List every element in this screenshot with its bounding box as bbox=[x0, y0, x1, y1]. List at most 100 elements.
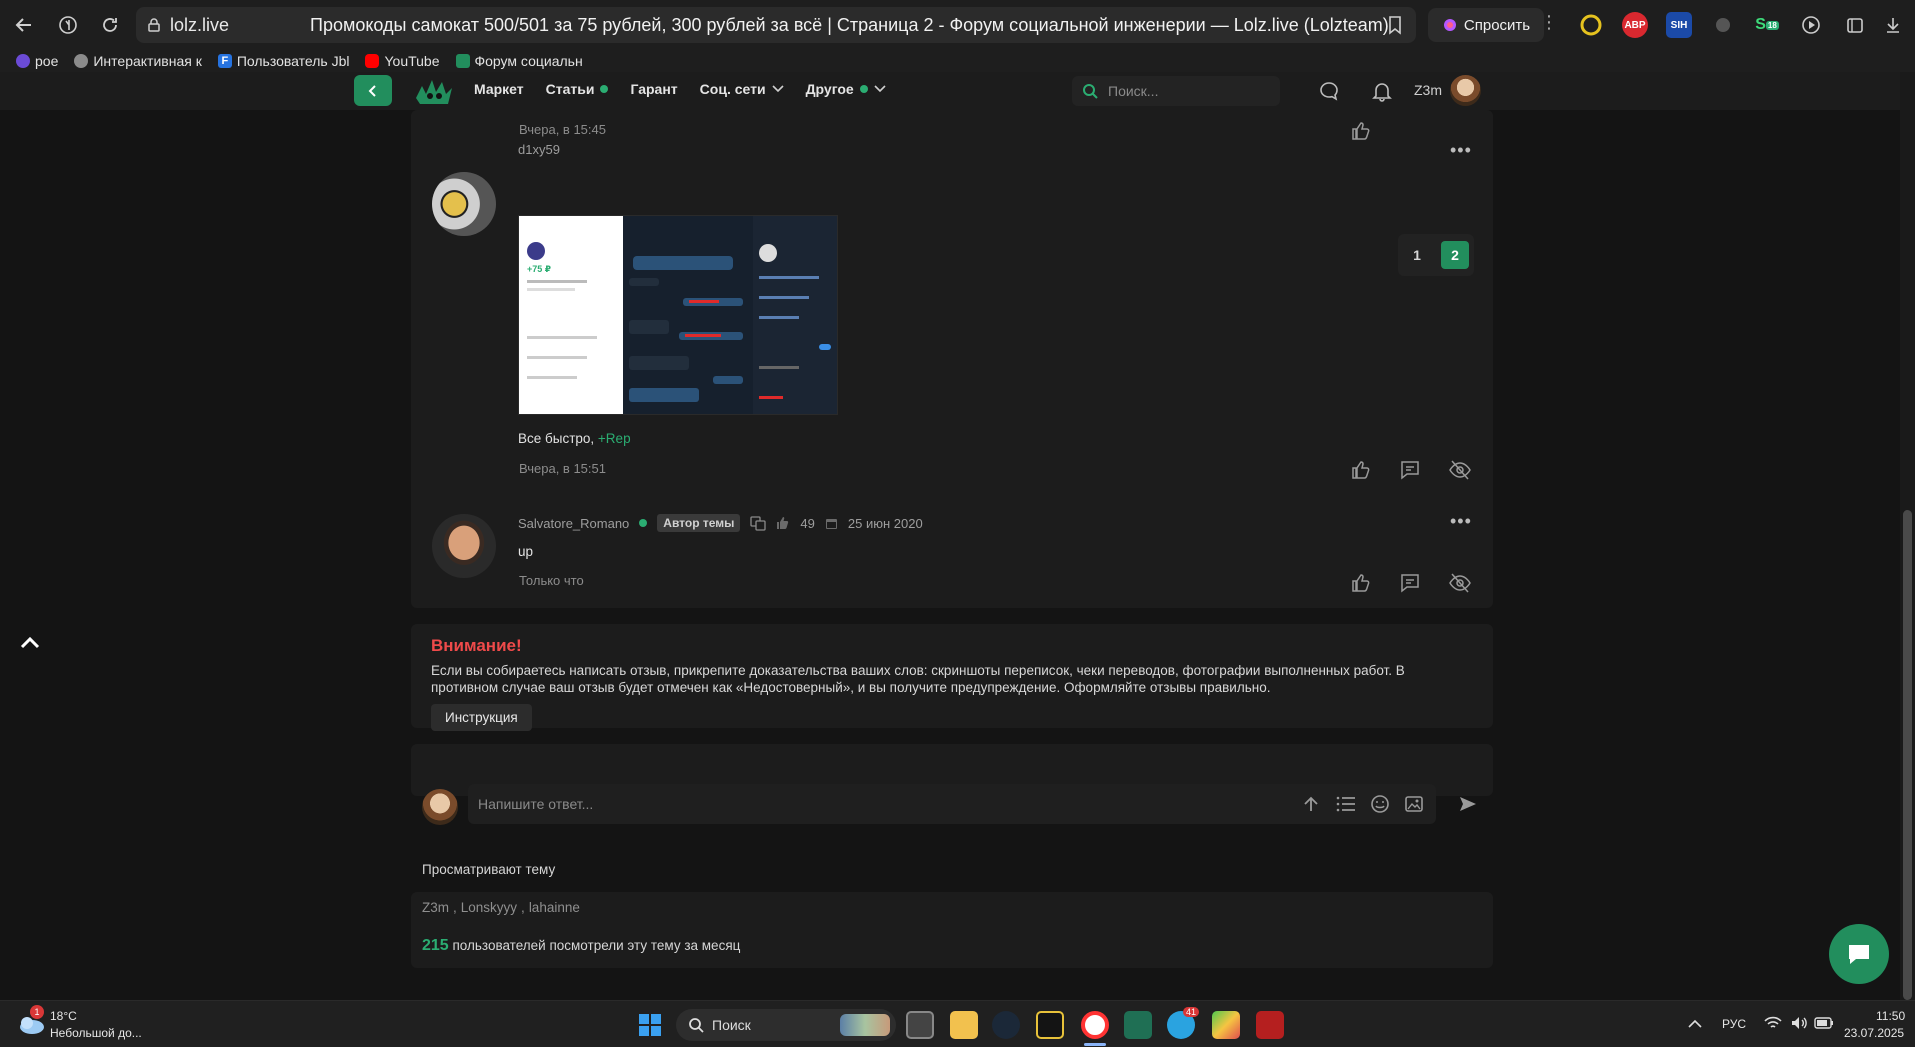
page-2-link[interactable]: 2 bbox=[1441, 241, 1469, 269]
reply-input[interactable]: Напишите ответ... bbox=[468, 784, 1436, 824]
yandex-home-icon[interactable] bbox=[48, 5, 88, 45]
views-text: пользователей посмотрели эту тему за мес… bbox=[452, 938, 741, 953]
battery-icon[interactable] bbox=[1814, 1015, 1834, 1031]
viewer-name[interactable]: lahainne bbox=[529, 900, 580, 915]
post-time[interactable]: Вчера, в 15:51 bbox=[519, 461, 606, 476]
arrow-up-icon[interactable] bbox=[1302, 795, 1320, 813]
sih-extension-icon[interactable]: SIH bbox=[1666, 12, 1692, 38]
notifications-bell-icon[interactable] bbox=[1371, 80, 1393, 102]
online-status-dot bbox=[639, 519, 648, 527]
viewers-title: Просматривают тему bbox=[422, 862, 556, 877]
bookmark-poe[interactable]: poe bbox=[16, 53, 58, 69]
browser-toolbar: lolz.live Промокоды самокат 500/501 за 7… bbox=[0, 0, 1915, 50]
bluestacks-icon[interactable] bbox=[1212, 1011, 1240, 1039]
menu-articles[interactable]: Статьи bbox=[546, 81, 609, 97]
chevron-down-icon bbox=[874, 85, 886, 93]
send-icon[interactable] bbox=[1458, 794, 1478, 814]
rep-link[interactable]: +Rep bbox=[598, 431, 631, 446]
extension-coin-icon[interactable] bbox=[1578, 12, 1604, 38]
back-button[interactable] bbox=[354, 75, 392, 106]
scroll-thumb[interactable] bbox=[1903, 510, 1912, 1000]
post-screenshot-image[interactable]: +75 ₽ bbox=[518, 215, 838, 415]
clock-date[interactable]: 23.07.2025 bbox=[1844, 1026, 1904, 1040]
back-arrow-icon[interactable] bbox=[4, 5, 44, 45]
weather-widget[interactable]: 1 bbox=[16, 1005, 46, 1037]
chat-bubble-icon bbox=[1849, 945, 1869, 964]
list-icon[interactable] bbox=[1336, 795, 1356, 813]
collections-icon[interactable] bbox=[1842, 12, 1868, 38]
page-1-link[interactable]: 1 bbox=[1403, 241, 1431, 269]
lolz-logo[interactable] bbox=[414, 76, 454, 106]
f-icon: F bbox=[217, 54, 232, 68]
taskbar-search[interactable]: Поиск bbox=[676, 1009, 896, 1041]
reply-quote-icon[interactable] bbox=[1399, 572, 1421, 594]
menu-social[interactable]: Соц. сети bbox=[700, 81, 784, 97]
post-author-avatar[interactable] bbox=[432, 514, 496, 578]
media-player-icon[interactable] bbox=[1798, 12, 1824, 38]
extension-puzzle-icon[interactable] bbox=[1710, 12, 1736, 38]
views-summary: 215 пользователей посмотрели эту тему за… bbox=[422, 937, 740, 955]
app-window-icon[interactable] bbox=[1124, 1011, 1152, 1039]
bookmark-icon[interactable] bbox=[1386, 15, 1404, 35]
bookmark-user-jbl[interactable]: F Пользователь Jbl bbox=[217, 53, 349, 69]
scroll-to-top-button[interactable] bbox=[20, 635, 40, 649]
hide-eye-icon[interactable] bbox=[1448, 572, 1472, 594]
emoji-icon[interactable] bbox=[1370, 794, 1390, 814]
post-author-name[interactable]: d1xy59 bbox=[518, 142, 560, 157]
keyboard-language[interactable]: РУС bbox=[1722, 1017, 1746, 1031]
task-view-icon[interactable] bbox=[906, 1011, 934, 1039]
tray-chevron-up-icon[interactable] bbox=[1688, 1019, 1702, 1029]
bookmarks-bar: poe Интерактивная к F Пользователь Jbl Yo… bbox=[0, 50, 1915, 72]
menu-guarantor[interactable]: Гарант bbox=[630, 81, 677, 97]
post-message: Все быстро, bbox=[518, 431, 595, 446]
reply-quote-icon[interactable] bbox=[1399, 459, 1421, 481]
like-icon[interactable] bbox=[1350, 459, 1372, 481]
hide-eye-icon[interactable] bbox=[1448, 459, 1472, 481]
online-dot bbox=[600, 85, 609, 93]
instruction-button[interactable]: Инструкция bbox=[431, 704, 532, 731]
menu-market[interactable]: Маркет bbox=[474, 81, 524, 97]
windows-start-icon[interactable] bbox=[638, 1013, 662, 1037]
user-avatar[interactable] bbox=[1450, 75, 1481, 106]
like-icon[interactable] bbox=[1350, 572, 1372, 594]
viewer-list: Z3m, Lonskyyy, lahainne bbox=[422, 900, 580, 915]
adblock-extension-icon[interactable]: ABP bbox=[1622, 12, 1648, 38]
calendar-icon bbox=[825, 518, 837, 529]
post-menu-icon[interactable]: ••• bbox=[1450, 140, 1472, 161]
page-scrollbar[interactable] bbox=[1900, 72, 1915, 1000]
like-icon[interactable] bbox=[1350, 120, 1372, 142]
viewer-name[interactable]: Lonskyyy bbox=[461, 900, 517, 915]
volume-icon[interactable] bbox=[1790, 1015, 1808, 1031]
image-upload-icon[interactable] bbox=[1404, 794, 1424, 814]
menu-other[interactable]: Другое bbox=[806, 81, 886, 97]
bookmark-interactive[interactable]: Интерактивная к bbox=[74, 53, 202, 69]
app-star-icon[interactable] bbox=[1036, 1011, 1064, 1039]
steam-icon[interactable] bbox=[992, 1011, 1020, 1039]
file-explorer-icon[interactable] bbox=[950, 1011, 978, 1039]
site-info-icon[interactable] bbox=[146, 17, 162, 33]
chat-button[interactable] bbox=[1829, 924, 1889, 984]
username[interactable]: Z3m bbox=[1414, 82, 1442, 98]
site-search-input[interactable]: Поиск... bbox=[1072, 76, 1280, 106]
translate-icon[interactable] bbox=[750, 515, 767, 531]
more-menu-icon[interactable]: ⋮ bbox=[1540, 12, 1558, 33]
conversations-icon[interactable] bbox=[1318, 80, 1340, 102]
prev-post-time[interactable]: Вчера, в 15:45 bbox=[519, 122, 606, 137]
wifi-icon[interactable] bbox=[1764, 1015, 1782, 1031]
post-author-name[interactable]: Salvatore_Romano bbox=[518, 516, 629, 531]
clock-time[interactable]: 11:50 bbox=[1876, 1009, 1905, 1023]
extension-s-icon[interactable]: S 18 bbox=[1754, 12, 1780, 38]
viewer-name[interactable]: Z3m bbox=[422, 900, 449, 915]
dota-icon[interactable] bbox=[1256, 1011, 1284, 1039]
downloads-icon[interactable] bbox=[1880, 12, 1906, 38]
lolz-logo-icon bbox=[416, 80, 452, 104]
yandex-browser-icon[interactable] bbox=[1081, 1011, 1109, 1039]
post-time[interactable]: Только что bbox=[519, 573, 584, 588]
post-menu-icon[interactable]: ••• bbox=[1450, 511, 1472, 532]
bookmark-forum[interactable]: Форум социальн bbox=[455, 53, 583, 69]
address-bar[interactable]: lolz.live Промокоды самокат 500/501 за 7… bbox=[136, 7, 1416, 43]
bookmark-youtube[interactable]: YouTube bbox=[365, 53, 440, 69]
post-author-avatar[interactable] bbox=[432, 172, 496, 236]
reload-icon[interactable] bbox=[90, 5, 130, 45]
ask-alice-button[interactable]: Спросить bbox=[1428, 8, 1544, 42]
